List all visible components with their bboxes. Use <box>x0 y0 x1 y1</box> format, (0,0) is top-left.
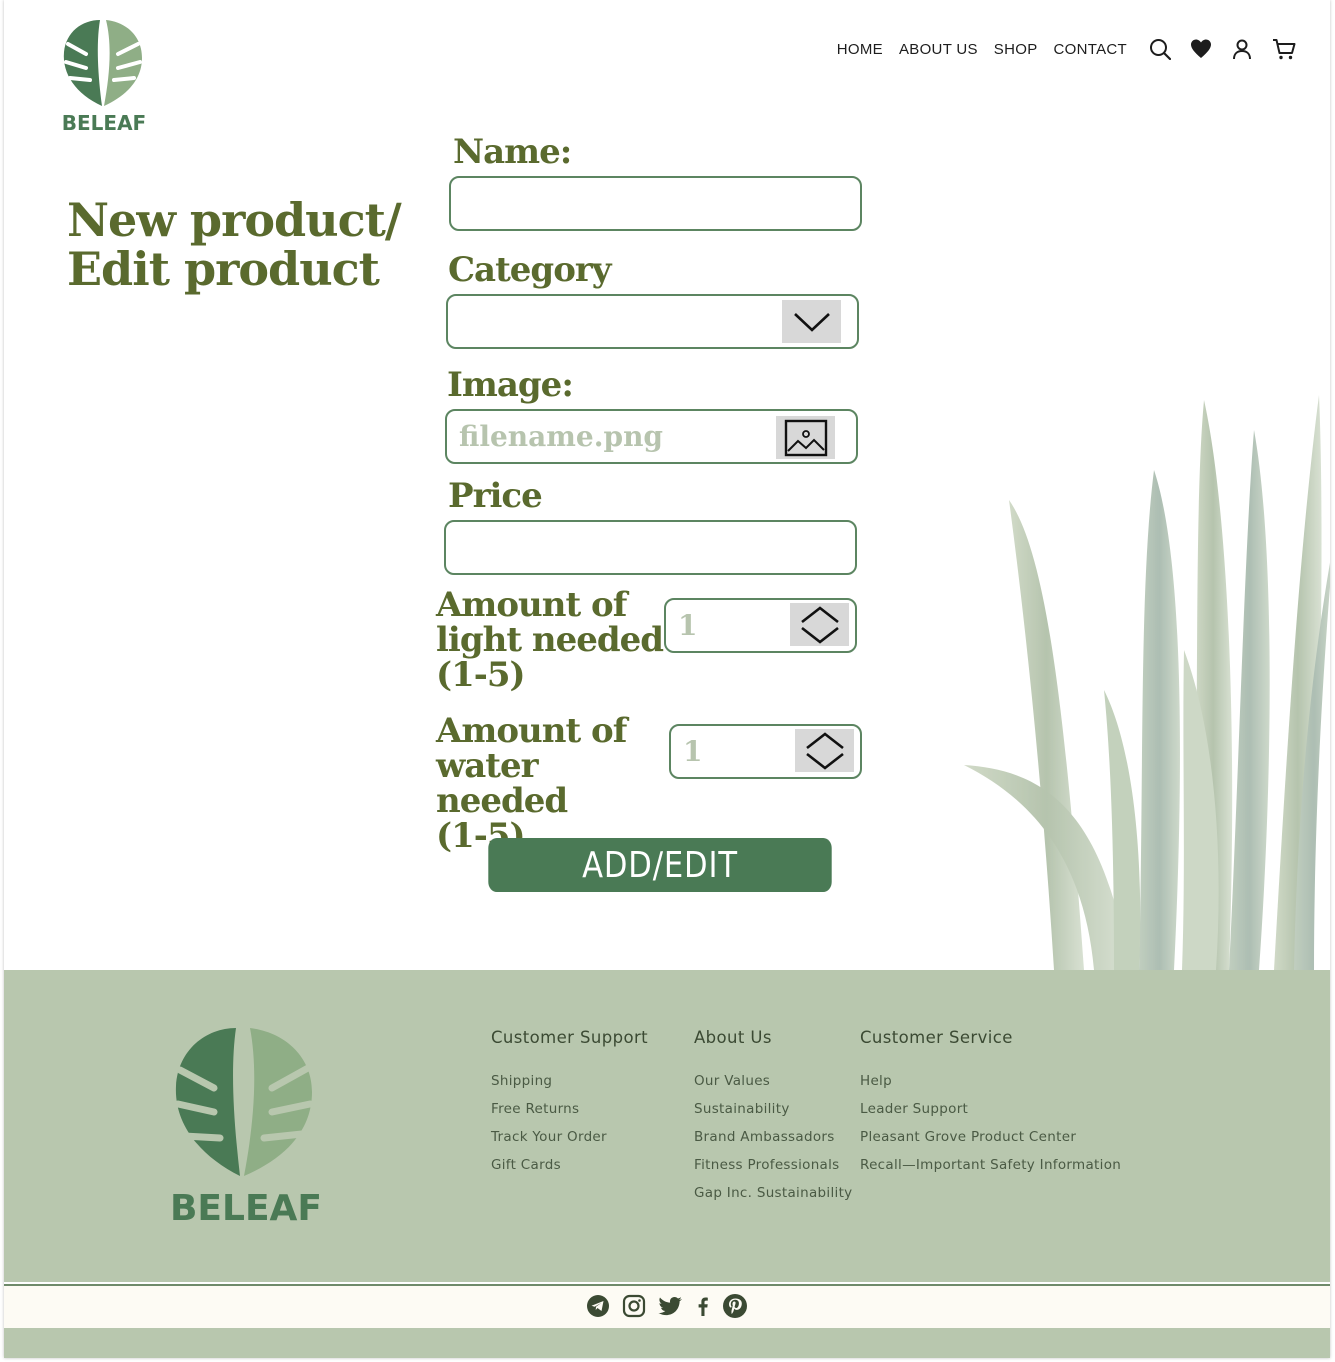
price-field-box <box>444 520 857 575</box>
instagram-icon[interactable] <box>622 1294 646 1322</box>
search-icon[interactable] <box>1149 38 1171 60</box>
footer-col-about-us: About Us Our Values Sustainability Brand… <box>694 1028 852 1207</box>
stepper-chevrons-icon[interactable] <box>795 729 854 772</box>
name-label: Name: <box>453 132 572 172</box>
nav-about-us[interactable]: ABOUT US <box>899 41 978 58</box>
footer-brand-wordmark: BELEAF <box>170 1188 322 1229</box>
image-label: Image: <box>447 365 574 405</box>
footer-link-gift-cards[interactable]: Gift Cards <box>491 1151 648 1179</box>
telegram-icon[interactable] <box>586 1294 610 1322</box>
cart-icon[interactable] <box>1272 38 1296 60</box>
price-label: Price <box>448 476 543 516</box>
footer-link-fitness-professionals[interactable]: Fitness Professionals <box>694 1151 852 1179</box>
nav-home[interactable]: HOME <box>837 41 883 58</box>
chevron-down-icon[interactable] <box>782 300 841 343</box>
footer-col-title: Customer Support <box>491 1028 649 1047</box>
footer-link-recall-info[interactable]: Recall—Important Safety Information <box>860 1151 1121 1179</box>
image-field-box <box>445 409 858 464</box>
water-stepper <box>669 724 862 779</box>
water-label: Amount of water needed (1-5) <box>436 711 627 856</box>
footer-col-title: Customer Service <box>860 1028 1013 1047</box>
brand-wordmark: BELEAF <box>62 111 146 135</box>
name-field-box <box>449 176 862 231</box>
twitter-icon[interactable] <box>658 1294 684 1322</box>
stepper-chevrons-icon[interactable] <box>790 603 849 646</box>
nav-shop[interactable]: SHOP <box>994 41 1038 58</box>
footer-link-free-returns[interactable]: Free Returns <box>491 1095 648 1123</box>
footer-link-gap-sustainability[interactable]: Gap Inc. Sustainability <box>694 1179 852 1207</box>
page-title: New product/ Edit product <box>67 193 402 296</box>
water-input[interactable] <box>671 726 791 777</box>
footer-link-leader-support[interactable]: Leader Support <box>860 1095 1121 1123</box>
site-footer: BELEAF Customer Support Shipping Free Re… <box>4 970 1330 1282</box>
snake-plant-illustration <box>954 390 1330 972</box>
light-stepper <box>664 598 857 653</box>
main-nav: HOME ABOUT US SHOP CONTACT <box>837 38 1296 60</box>
nav-contact[interactable]: CONTACT <box>1054 41 1127 58</box>
name-input[interactable] <box>451 178 860 229</box>
pinterest-icon[interactable] <box>722 1293 748 1323</box>
light-input[interactable] <box>666 600 786 651</box>
footer-col-customer-support: Customer Support Shipping Free Returns T… <box>491 1028 648 1179</box>
social-bar <box>4 1284 1330 1330</box>
add-edit-button[interactable]: ADD/EDIT <box>488 838 832 892</box>
heart-icon[interactable] <box>1190 38 1212 60</box>
price-input[interactable] <box>446 522 855 573</box>
category-select[interactable] <box>446 294 859 349</box>
footer-link-brand-ambassadors[interactable]: Brand Ambassadors <box>694 1123 852 1151</box>
footer-link-our-values[interactable]: Our Values <box>694 1067 852 1095</box>
footer-col-title: About Us <box>694 1028 772 1047</box>
page-frame: BELEAF HOME ABOUT US SHOP CONTACT New pr… <box>4 0 1330 1358</box>
footer-link-sustainability[interactable]: Sustainability <box>694 1095 852 1123</box>
facebook-icon[interactable] <box>696 1294 710 1322</box>
footer-brand-logo[interactable]: BELEAF <box>164 1008 324 1230</box>
light-label: Amount of light needed (1-5) <box>436 585 664 695</box>
category-label: Category <box>448 250 612 290</box>
footer-col-customer-service: Customer Service Help Leader Support Ple… <box>860 1028 1121 1179</box>
footer-link-track-order[interactable]: Track Your Order <box>491 1123 648 1151</box>
brand-logo[interactable]: BELEAF <box>56 14 152 136</box>
user-icon[interactable] <box>1231 38 1253 60</box>
footer-bottom-bar <box>4 1328 1330 1358</box>
footer-link-shipping[interactable]: Shipping <box>491 1067 648 1095</box>
footer-link-help[interactable]: Help <box>860 1067 1121 1095</box>
image-upload-icon[interactable] <box>776 416 835 459</box>
footer-link-product-center[interactable]: Pleasant Grove Product Center <box>860 1123 1121 1151</box>
